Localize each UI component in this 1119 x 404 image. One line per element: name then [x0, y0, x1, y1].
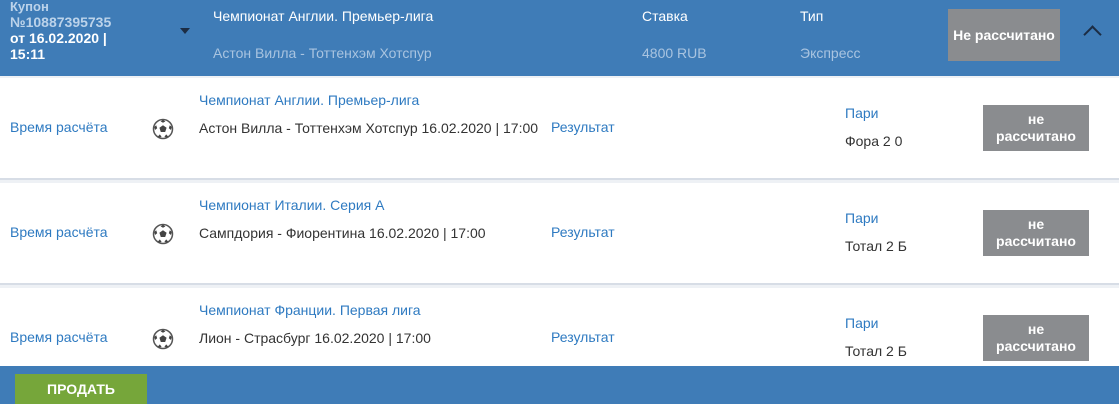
soccer-ball-icon: [152, 223, 174, 245]
row-match: Сампдория - Фиорентина 16.02.2020 | 17:0…: [199, 225, 486, 241]
row-match: Астон Вилла - Тоттенхэм Хотспур 16.02.20…: [199, 120, 539, 136]
bet-type-label: Пари: [845, 105, 879, 121]
row-status-badge: не рассчитано: [983, 105, 1089, 151]
header-league: Чемпионат Англии. Премьер-лига: [213, 8, 434, 24]
stake-value: 4800 RUB: [642, 45, 707, 61]
bet-type-value: Тотал 2 Б: [845, 343, 907, 359]
coupon-info: Купон №10887395735 от 16.02.2020 | 15:11: [10, 0, 180, 62]
type-value: Экспресс: [800, 45, 861, 61]
result-link[interactable]: Результат: [551, 224, 615, 240]
soccer-ball-icon: [152, 328, 174, 350]
row-status-badge: не рассчитано: [983, 315, 1089, 361]
row-league-link[interactable]: Чемпионат Франции. Первая лига: [199, 302, 421, 318]
coupon-label: Купон: [10, 0, 49, 14]
calc-time-link[interactable]: Время расчёта: [10, 224, 108, 240]
result-link[interactable]: Результат: [551, 119, 615, 135]
bet-row: Время расчёта Чемпионат Англии. Премьер-…: [0, 78, 1119, 180]
row-divider: [0, 283, 1119, 285]
header-match: Астон Вилла - Тоттенхэм Хотспур: [213, 45, 432, 61]
row-league-link[interactable]: Чемпионат Италии. Серия А: [199, 197, 384, 213]
coupon-time: 15:11: [10, 46, 46, 62]
coupon-header: Купон №10887395735 от 16.02.2020 | 15:11…: [0, 0, 1119, 76]
row-match: Лион - Страсбург 16.02.2020 | 17:00: [199, 330, 431, 346]
result-link[interactable]: Результат: [551, 329, 615, 345]
coupon-number: №10887395735: [10, 14, 112, 30]
caret-down-icon[interactable]: [180, 28, 190, 34]
type-label: Тип: [800, 8, 824, 24]
row-divider: [0, 178, 1119, 180]
bet-type-label: Пари: [845, 315, 879, 331]
soccer-ball-icon: [152, 118, 174, 140]
stake-label: Ставка: [642, 8, 688, 24]
coupon-status-badge: Не рассчитано: [948, 9, 1060, 61]
coupon-footer: ПРОДАТЬ: [0, 366, 1119, 404]
bet-row: Время расчёта Чемпионат Италии. Серия А …: [0, 183, 1119, 285]
row-status-badge: не рассчитано: [983, 210, 1089, 256]
calc-time-link[interactable]: Время расчёта: [10, 119, 108, 135]
bet-type-value: Тотал 2 Б: [845, 238, 907, 254]
sell-button[interactable]: ПРОДАТЬ: [15, 374, 147, 404]
row-league-link[interactable]: Чемпионат Англии. Премьер-лига: [199, 92, 419, 108]
coupon-date: от 16.02.2020 |: [10, 30, 107, 46]
bet-type-label: Пари: [845, 210, 879, 226]
chevron-up-icon[interactable]: [1083, 25, 1102, 44]
calc-time-link[interactable]: Время расчёта: [10, 329, 108, 345]
bet-type-value: Фора 2 0: [845, 133, 903, 149]
